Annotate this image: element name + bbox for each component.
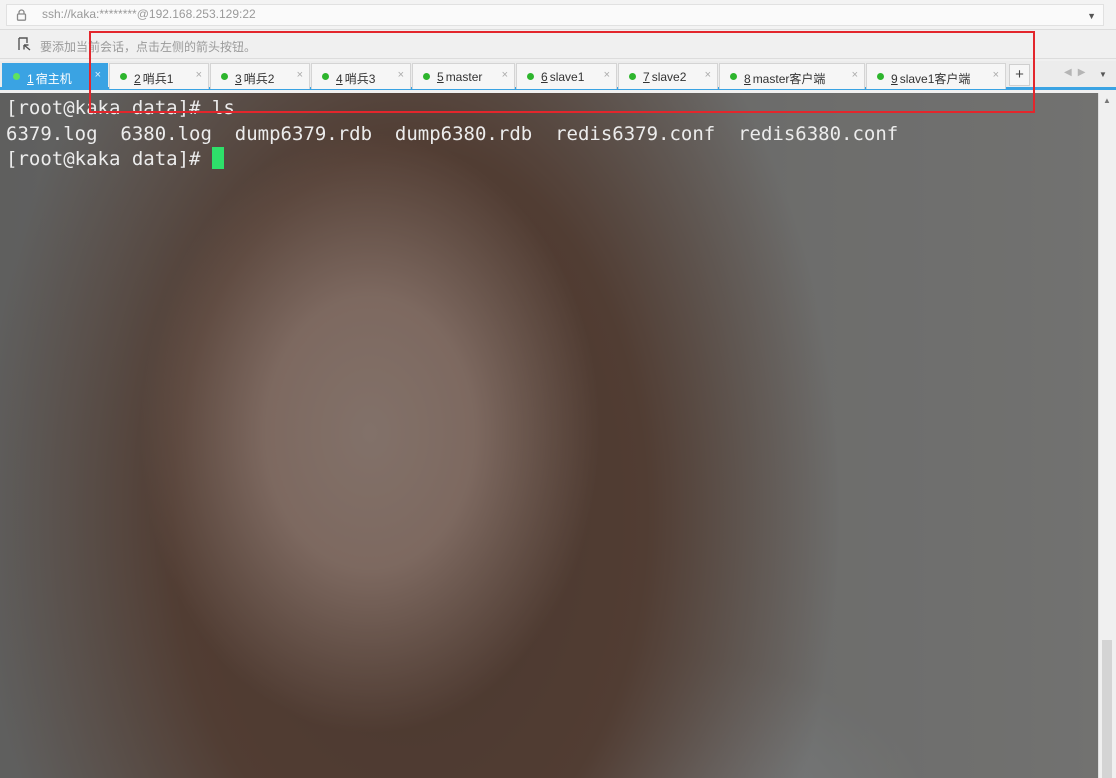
add-session-arrow-icon[interactable] <box>18 37 32 51</box>
terminal-panel[interactable]: [root@kaka data]# ls 6379.log 6380.log du… <box>0 93 1098 778</box>
address-dropdown-icon[interactable]: ▼ <box>1087 11 1096 21</box>
terminal-line: 6379.log 6380.log dump6379.rdb dump6380.… <box>6 122 899 145</box>
terminal-cursor <box>211 147 224 169</box>
address-text[interactable]: ssh://kaka:********@192.168.253.129:22 <box>42 7 256 21</box>
tab-scroll-arrows-icon[interactable]: ◀▶ <box>1064 67 1091 78</box>
terminal-prompt-line: [root@kaka data]# <box>6 147 898 173</box>
tab-label: 宿主机 <box>35 72 72 86</box>
highlight-annotation-box <box>89 31 1035 113</box>
connected-status-icon <box>13 73 20 80</box>
tab-list-dropdown-icon[interactable]: ▼ <box>1099 70 1107 79</box>
scrollbar-thumb[interactable] <box>1102 640 1112 778</box>
lock-icon <box>16 9 27 21</box>
scroll-up-arrow-icon[interactable]: ▲ <box>1103 96 1111 105</box>
terminal-line: [root@kaka data]# <box>6 148 212 170</box>
tab-number: 1 <box>27 72 34 86</box>
